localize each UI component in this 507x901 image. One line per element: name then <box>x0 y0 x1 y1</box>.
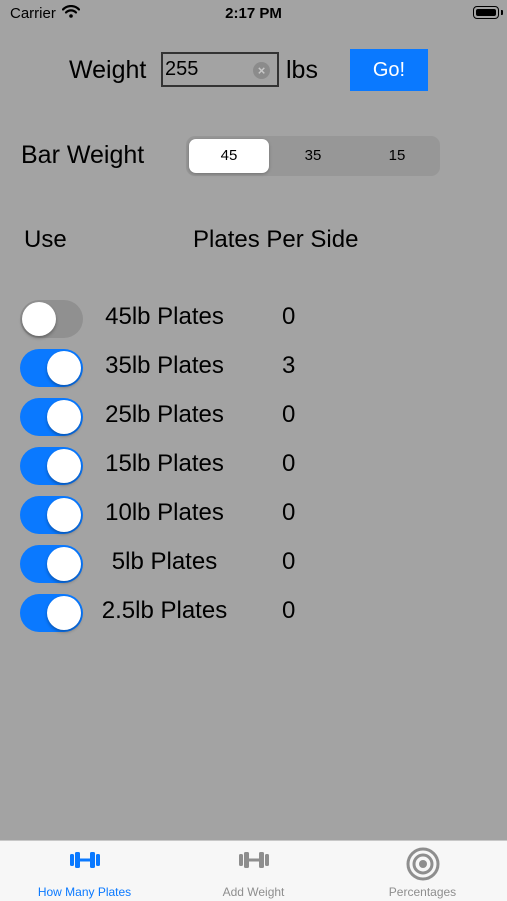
plate-row-45: 45lb Plates 0 <box>0 299 507 339</box>
toggle-25lb[interactable] <box>20 398 83 436</box>
toggle-10lb[interactable] <box>20 496 83 534</box>
plate-count: 0 <box>282 548 296 575</box>
plate-count: 0 <box>282 499 296 526</box>
weight-input[interactable] <box>165 57 251 81</box>
tab-label: How Many Plates <box>37 885 132 899</box>
toggle-knob <box>22 302 56 336</box>
bar-weight-label: Bar Weight <box>21 141 145 169</box>
plate-count: 0 <box>282 401 296 428</box>
weight-field[interactable]: × <box>161 52 279 87</box>
battery-tip <box>501 10 503 15</box>
toggle-45lb[interactable] <box>20 300 83 338</box>
target-icon <box>406 847 440 886</box>
plate-label: 5lb Plates <box>111 548 218 575</box>
plate-count: 3 <box>282 352 296 379</box>
tab-how-many-plates[interactable]: How Many Plates <box>0 841 169 901</box>
plate-count: 0 <box>282 303 296 330</box>
toggle-knob <box>47 498 81 532</box>
bar-weight-option-45[interactable]: 45 <box>189 139 269 173</box>
plate-label: 25lb Plates <box>105 401 224 428</box>
toggle-2-5lb[interactable] <box>20 594 83 632</box>
plate-row-2-5: 2.5lb Plates 0 <box>0 593 507 633</box>
barbell-icon <box>67 851 103 874</box>
toggle-5lb[interactable] <box>20 545 83 583</box>
plates-per-side-header: Plates Per Side <box>193 226 359 253</box>
bar-weight-option-35[interactable]: 35 <box>273 139 353 173</box>
tab-add-weight[interactable]: Add Weight <box>169 841 338 901</box>
clear-icon[interactable]: × <box>253 62 270 79</box>
plate-label: 15lb Plates <box>105 450 224 477</box>
toggle-knob <box>47 596 81 630</box>
plate-label: 45lb Plates <box>105 303 224 330</box>
tab-bar: How Many Plates Add Weight Percentages <box>0 840 507 901</box>
plate-row-35: 35lb Plates 3 <box>0 348 507 388</box>
plate-count: 0 <box>282 450 296 477</box>
bar-weight-selector[interactable]: 45 35 15 <box>186 136 440 176</box>
weight-unit-label: lbs <box>286 56 318 84</box>
plate-row-10: 10lb Plates 0 <box>0 495 507 535</box>
barbell-icon <box>236 851 272 874</box>
weight-label: Weight <box>69 56 147 84</box>
tab-label: Add Weight <box>222 885 285 899</box>
toggle-knob <box>47 400 81 434</box>
plate-label: 35lb Plates <box>105 352 224 379</box>
use-column-header: Use <box>24 226 67 253</box>
bar-weight-option-15[interactable]: 15 <box>357 139 437 173</box>
toggle-knob <box>47 351 81 385</box>
toggle-knob <box>47 547 81 581</box>
plate-row-25: 25lb Plates 0 <box>0 397 507 437</box>
plate-row-15: 15lb Plates 0 <box>0 446 507 486</box>
plate-label: 10lb Plates <box>105 499 224 526</box>
status-bar: Carrier 2:17 PM <box>0 0 507 28</box>
toggle-15lb[interactable] <box>20 447 83 485</box>
plate-count: 0 <box>282 597 296 624</box>
battery-icon <box>473 6 499 19</box>
status-time: 2:17 PM <box>225 5 282 22</box>
go-button[interactable]: Go! <box>350 49 428 91</box>
plate-label: 2.5lb Plates <box>101 597 228 624</box>
tab-label: Percentages <box>388 885 457 899</box>
toggle-knob <box>47 449 81 483</box>
toggle-35lb[interactable] <box>20 349 83 387</box>
tab-percentages[interactable]: Percentages <box>338 841 507 901</box>
plate-row-5: 5lb Plates 0 <box>0 544 507 584</box>
